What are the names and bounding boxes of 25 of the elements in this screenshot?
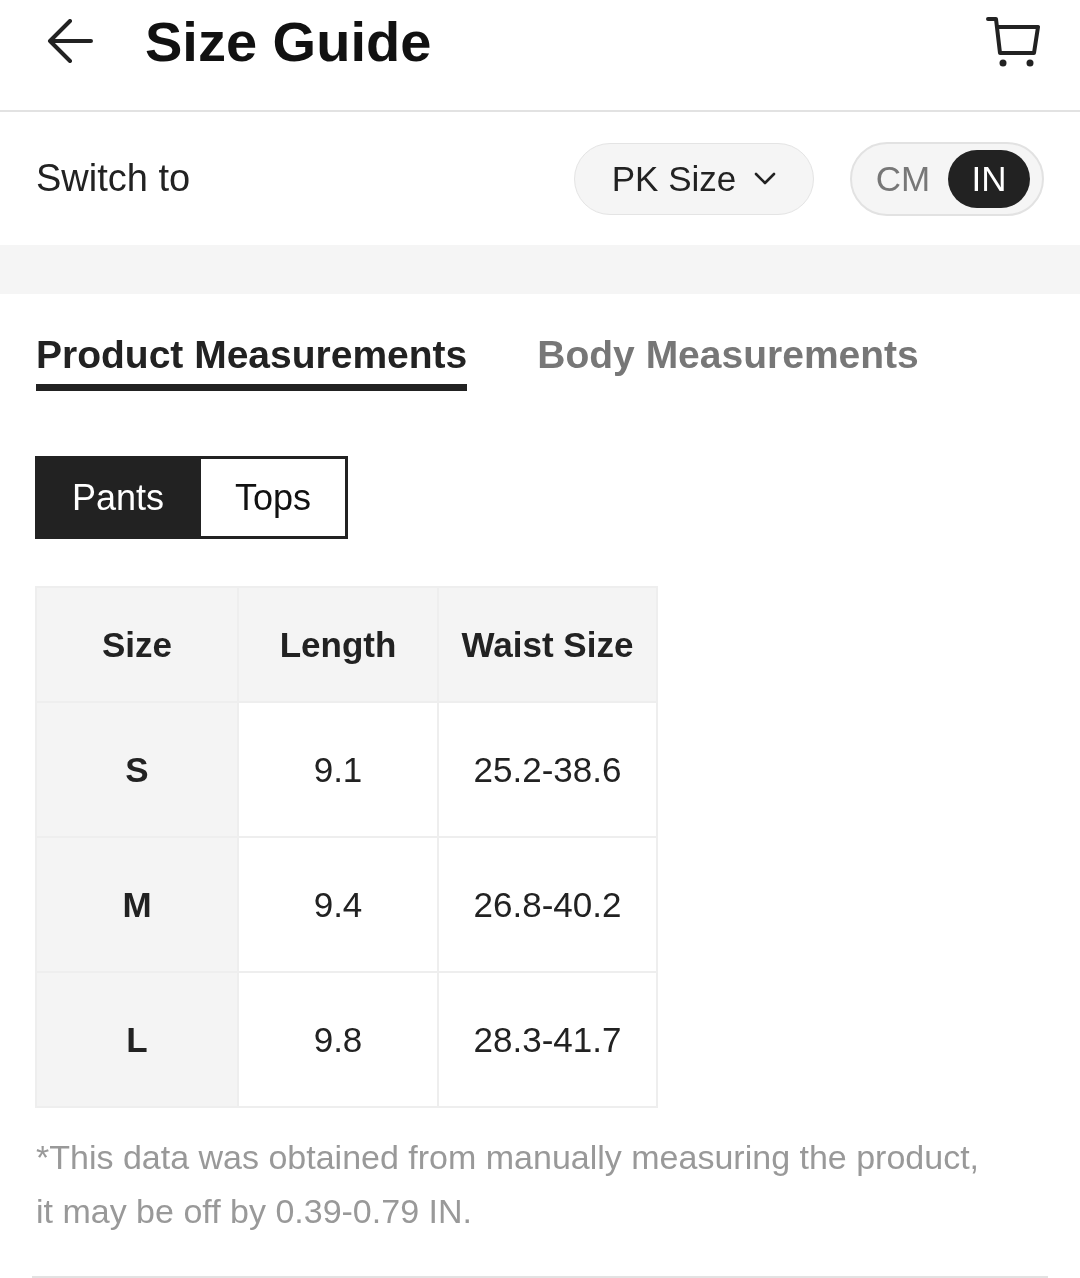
switch-to-label: Switch to: [36, 157, 192, 200]
size-cell: S: [36, 702, 238, 837]
unit-toggle[interactable]: CM IN: [850, 141, 1044, 216]
measurement-disclaimer: *This data was obtained from manually measuring the product, it may be off by 0.39-0.79 IN.: [36, 1137, 981, 1232]
table-cell: 26.8-40.2: [438, 837, 657, 972]
measurement-tab[interactable]: Body Measurements: [537, 328, 919, 391]
size-cell: L: [36, 972, 238, 1107]
table-cell: 9.4: [238, 837, 438, 972]
page-title: Size Guide: [145, 8, 433, 74]
table-cell: 9.1: [238, 702, 438, 837]
column-header: Waist Size: [438, 587, 657, 702]
back-arrow-icon[interactable]: [47, 19, 93, 63]
measurement-tab[interactable]: Product Measurements: [36, 328, 468, 391]
column-header: Size: [36, 587, 238, 702]
table-cell: 9.8: [238, 972, 438, 1107]
cart-icon[interactable]: [986, 15, 1040, 67]
column-header: Length: [238, 587, 438, 702]
category-tab[interactable]: Tops: [198, 456, 349, 539]
size-system-dropdown[interactable]: PK Size: [574, 142, 814, 215]
table-cell: 28.3-41.7: [438, 972, 657, 1107]
size-cell: M: [36, 837, 238, 972]
table-cell: 25.2-38.6: [438, 702, 657, 837]
unit-option[interactable]: IN: [948, 149, 1030, 208]
chevron-down-icon: [754, 172, 777, 185]
unit-option[interactable]: CM: [858, 149, 948, 208]
